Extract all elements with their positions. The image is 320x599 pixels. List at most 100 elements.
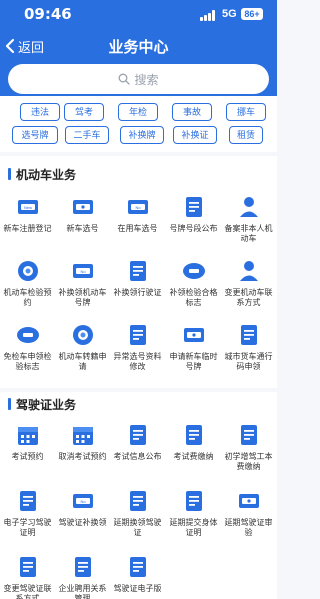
driver-item[interactable]: 延期驾驶证审验 (221, 488, 276, 538)
signal-icon (200, 10, 218, 21)
e-study-icon (0, 488, 55, 514)
navigation-bar: 返回 业务中心 (0, 30, 277, 62)
motor-item[interactable]: No 在用车选号 (110, 194, 165, 234)
motor-item-label: 新车选号 (66, 224, 99, 233)
driver-item-label: 企业聘用关系管理 (58, 584, 107, 599)
motor-vehicle-section: 机动车业务 New 新车注册登记 新车选号 No 在用车选号 号牌号段公布 备案非本人机动车… (0, 156, 277, 388)
tag-3[interactable]: 事故 (172, 103, 212, 121)
motor-item[interactable]: 补换领行驶证 (110, 258, 165, 298)
edit-document-icon (110, 322, 165, 348)
driver-item-label: 延期驾驶证审验 (224, 518, 273, 537)
truck-pass-icon (221, 322, 276, 348)
plate-announcement-icon (166, 194, 221, 220)
motor-item[interactable]: 机动车检验预约 (0, 258, 55, 308)
driver-item[interactable]: 取消考试预约 (55, 422, 110, 462)
motor-item[interactable]: 号牌号段公布 (166, 194, 221, 234)
tag-9[interactable]: 租赁 (229, 126, 263, 144)
driver-item[interactable]: 考试费缴纳 (166, 422, 221, 462)
driver-item-label: 初学增驾工本费缴纳 (224, 452, 273, 471)
motor-item[interactable]: No 补换领机动车号牌 (55, 258, 110, 308)
search-icon (119, 73, 131, 85)
driver-item[interactable]: 初学增驾工本费缴纳 (221, 422, 276, 472)
section-title: 驾驶证业务 (8, 396, 76, 412)
header: 09:46 5G 86+ 返回 业务中心 搜索 (0, 0, 277, 96)
exempt-inspection-icon (0, 322, 55, 348)
driver-item[interactable]: 变更驾驶证联系方式 (0, 554, 55, 599)
tag-8[interactable]: 补换证 (173, 126, 217, 144)
calendar-cancel-icon (55, 422, 110, 448)
contact-change-icon (221, 258, 276, 284)
motor-item[interactable]: 免检车申领检验标志 (0, 322, 55, 372)
motor-item[interactable]: 变更机动车联系方式 (221, 258, 276, 308)
battery-icon: 86+ (241, 8, 263, 20)
motor-item-label: 免检车申领检验标志 (3, 352, 52, 371)
driver-item[interactable]: No 驾驶证补换领 (55, 488, 110, 528)
driver-item-label: 驾驶证补换领 (58, 518, 107, 527)
status-time: 09:46 (24, 5, 72, 23)
tag-2[interactable]: 年检 (118, 103, 158, 121)
plate-exchange-icon: No (55, 258, 110, 284)
search-bar[interactable]: 搜索 (8, 64, 269, 94)
exam-fee-icon (166, 422, 221, 448)
license-review-icon (221, 488, 276, 514)
driver-item[interactable]: 考试信息公布 (110, 422, 165, 462)
motor-item[interactable]: 异常选号资料修改 (110, 322, 165, 372)
motor-item[interactable]: 新车选号 (55, 194, 110, 234)
driver-item[interactable]: 驾驶证电子版 (110, 554, 165, 594)
motor-item[interactable]: 城市货车通行码申领 (221, 322, 276, 372)
calendar-icon (0, 422, 55, 448)
tag-5[interactable]: 选号牌 (12, 126, 58, 144)
driver-item-label: 考试费缴纳 (173, 452, 214, 461)
page-title: 业务中心 (108, 39, 169, 56)
car-inspection-icon (0, 258, 55, 284)
license-replace-icon: No (55, 488, 110, 514)
extend-replace-icon (110, 488, 165, 514)
tag-1[interactable]: 驾考 (64, 103, 104, 121)
status-bar: 09:46 5G 86+ (0, 0, 277, 28)
new-plate-selection-icon (55, 194, 110, 220)
motor-item-label: 变更机动车联系方式 (224, 288, 273, 307)
motor-item[interactable]: 备案非本人机动车 (221, 194, 276, 244)
driver-item-label: 取消考试预约 (58, 452, 107, 461)
driver-item-label: 驾驶证电子版 (113, 584, 162, 593)
section-title: 机动车业务 (8, 166, 76, 182)
motor-item-label: 补换领行驶证 (113, 288, 162, 297)
motor-item[interactable]: 补领检验合格标志 (166, 258, 221, 308)
driver-item[interactable]: 企业聘用关系管理 (55, 554, 110, 599)
motor-item-label: 机动车转籍申请 (58, 352, 107, 371)
motor-item-label: 备案非本人机动车 (224, 224, 273, 243)
inspection-badge-icon (166, 258, 221, 284)
motor-item-label: 新车注册登记 (3, 224, 52, 233)
temp-plate-icon (166, 322, 221, 348)
motor-item[interactable]: New 新车注册登记 (0, 194, 55, 234)
motor-item-label: 号牌号段公布 (169, 224, 218, 233)
driver-item-label: 考试预约 (11, 452, 44, 461)
network-type: 5G (222, 8, 237, 20)
driver-item[interactable]: 考试预约 (0, 422, 55, 462)
tag-7[interactable]: 补换牌 (120, 126, 164, 144)
health-cert-icon (166, 488, 221, 514)
driver-item[interactable]: 延期换领驾驶证 (110, 488, 165, 538)
svg-text:New: New (23, 205, 31, 210)
driver-item[interactable]: 电子学习驾驶证明 (0, 488, 55, 538)
tag-4[interactable]: 挪车 (226, 103, 266, 121)
motor-item-label: 机动车检验预约 (3, 288, 52, 307)
quick-tags: 违法 驾考 年检 事故 挪车选号牌 二手车 补换牌 补换证 租赁 (0, 96, 277, 152)
driver-item-label: 考试信息公布 (113, 452, 162, 461)
motor-item-label: 补领检验合格标志 (169, 288, 218, 307)
yuan-fee-icon (221, 422, 276, 448)
motor-item[interactable]: 机动车转籍申请 (55, 322, 110, 372)
exam-info-icon (110, 422, 165, 448)
license-contact-icon (0, 554, 55, 580)
plate-no-icon: No (110, 194, 165, 220)
new-car-plate-icon: New (0, 194, 55, 220)
tag-6[interactable]: 二手车 (65, 126, 109, 144)
motor-item[interactable]: 申请新车临时号牌 (166, 322, 221, 372)
car-transfer-icon (55, 322, 110, 348)
svg-text:No: No (80, 269, 86, 274)
tag-0[interactable]: 违法 (20, 103, 60, 121)
driver-license-section: 驾驶证业务 考试预约 取消考试预约 考试信息公布 考试费缴纳 初学增驾工本费缴纳电子学习… (0, 392, 277, 599)
motor-item-label: 城市货车通行码申领 (224, 352, 273, 371)
driver-item[interactable]: 延期提交身体证明 (166, 488, 221, 538)
driver-item-label: 变更驾驶证联系方式 (3, 584, 52, 599)
